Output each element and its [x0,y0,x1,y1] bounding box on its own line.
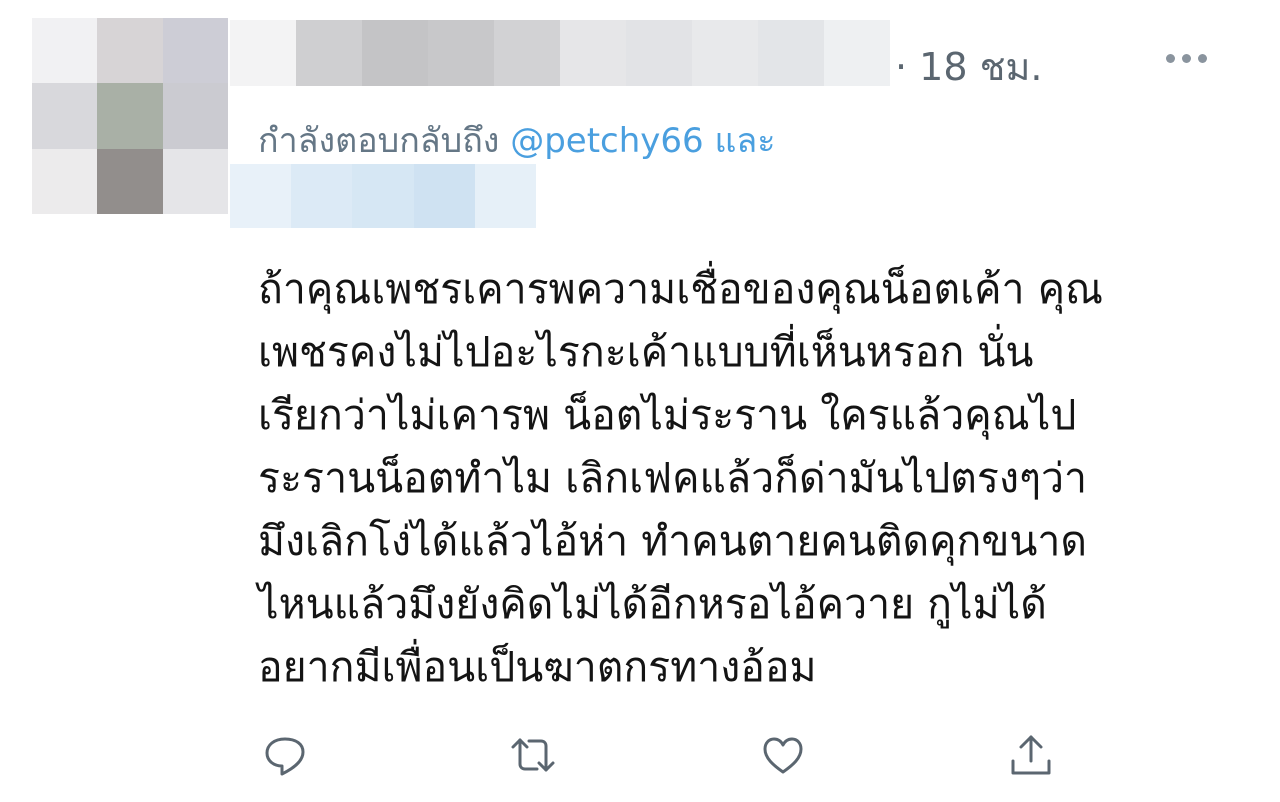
mention-censored[interactable] [230,164,537,228]
tweet-text-line: เพชรคงไม่ไปอะไรกะเค้าแบบที่เห็นหรอก นั่น [258,328,1034,376]
retweet-button[interactable] [506,728,560,782]
tweet-text-line: เรียกว่าไม่เคารพ น็อตไม่ระราน ใครแล้วคุณ… [258,391,1077,439]
share-button[interactable] [1004,728,1058,782]
tweet-text-line: ระรานน็อตทำไม เลิกเฟคแล้วก็ด่ามันไปตรงๆว… [258,454,1088,502]
share-icon [1011,735,1051,775]
tweet-text-line: ไหนแล้วมึงยังคิดไม่ได้อีกหรอไอ้ควาย กูไม… [258,580,1047,628]
mention-link[interactable]: @petchy66 [510,121,703,161]
tweet-text-line: มึงเลิกโง่ได้แล้วไอ้ห่า ทำคนตายคนติดคุกข… [258,517,1088,565]
replying-to-line: กำลังตอบกลับถึง @petchy66 และ [258,113,776,167]
retweet-icon [511,738,555,772]
like-button[interactable] [756,728,810,782]
more-options-icon[interactable] [1166,54,1207,63]
tweet-timestamp[interactable]: · 18 ชม. [895,36,1043,97]
tweet-text-line: อยากมีเพื่อนเป็นฆาตกรทางอ้อม [258,643,817,691]
reply-icon [265,737,305,776]
author-name-censored[interactable] [230,20,890,86]
like-icon [763,737,803,774]
avatar[interactable] [32,18,228,214]
tweet-text-line: ถ้าคุณเพชรเคารพความเชื่อของคุณน็อตเค้า ค… [258,265,1104,313]
replying-to-label: กำลังตอบกลับถึง [258,121,500,161]
reply-button[interactable] [258,728,312,782]
tweet-text: ถ้าคุณเพชรเคารพความเชื่อของคุณน็อตเค้า ค… [258,258,1238,699]
mention-and-label[interactable]: และ [714,121,775,161]
tweet-actions [258,728,1118,782]
